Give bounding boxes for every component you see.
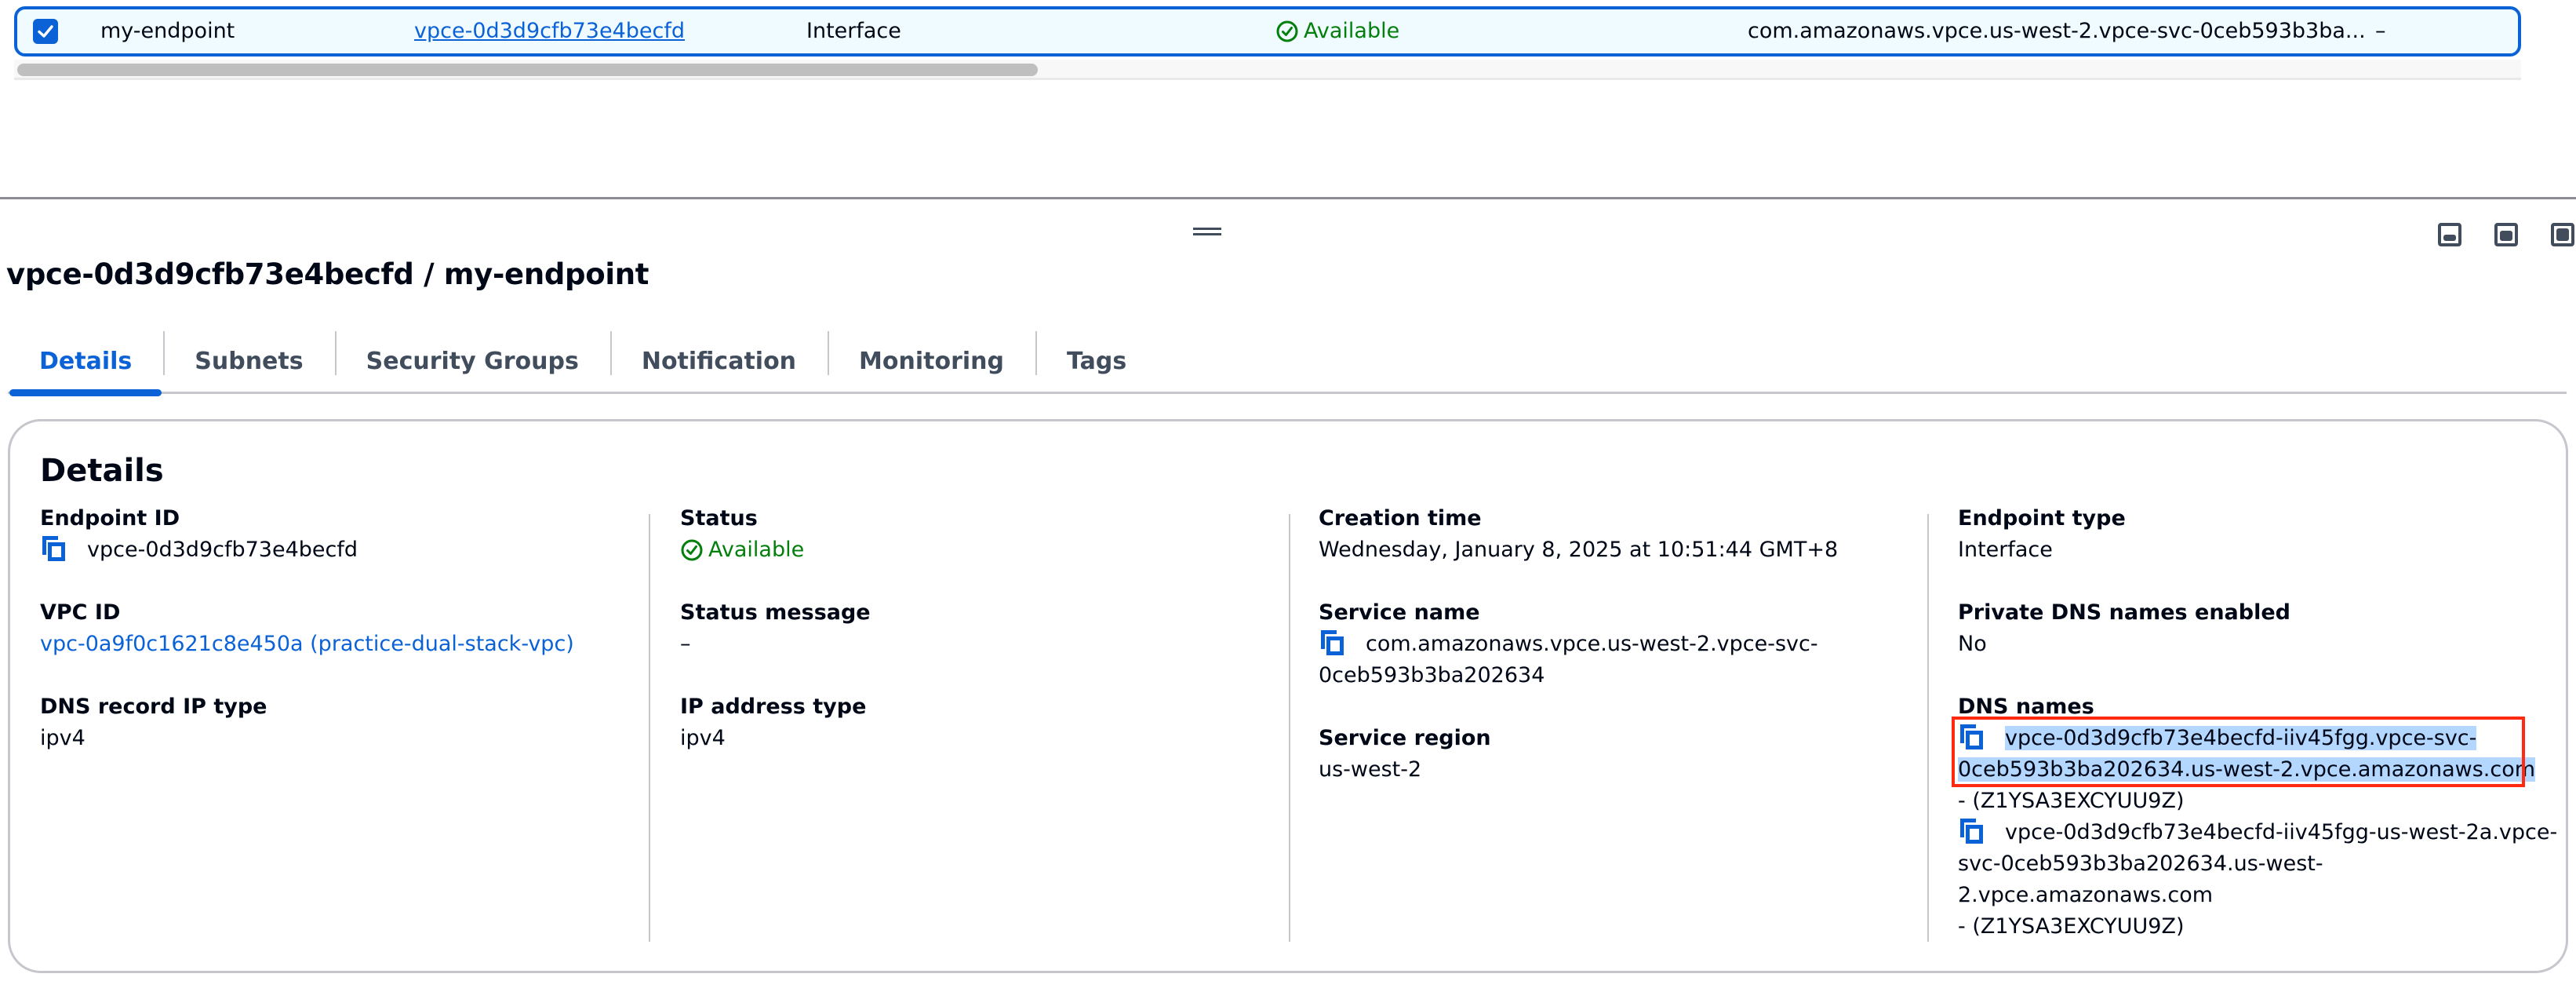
column-divider — [649, 514, 650, 942]
label-endpoint-type: Endpoint type — [1958, 506, 2126, 531]
field-status-message: Status message – — [680, 597, 871, 660]
value-creation-time: Wednesday, January 8, 2025 at 10:51:44 G… — [1319, 538, 1839, 562]
cell-status-text: Available — [1304, 19, 1400, 43]
status-available-icon — [681, 539, 703, 561]
tab-details[interactable]: Details — [8, 331, 163, 396]
split-panel-divider — [0, 197, 2576, 199]
tab-subnets[interactable]: Subnets — [163, 331, 334, 392]
field-service-name: Service name com.amazonaws.vpce.us-west-… — [1319, 597, 1818, 691]
value-endpoint-type: Interface — [1958, 538, 2053, 562]
vpc-id-link[interactable]: vpc-0a9f0c1621c8e450a (practice-dual-sta… — [40, 629, 574, 660]
copy-icon[interactable] — [40, 534, 67, 561]
value-endpoint-id-row: vpce-0d3d9cfb73e4becfd — [40, 534, 358, 566]
value-service-region: us-west-2 — [1319, 757, 1422, 782]
details-column-1: Endpoint ID vpce-0d3d9cfb73e4becfd VPC I… — [40, 503, 636, 943]
table-row-selected[interactable]: my-endpoint vpce-0d3d9cfb73e4becfd Inter… — [14, 6, 2521, 57]
value-service-name-line1: com.amazonaws.vpce.us-west-2.vpce-svc- — [1366, 632, 1818, 656]
cell-name: my-endpoint — [100, 19, 235, 43]
field-vpc-id: VPC ID vpc-0a9f0c1621c8e450a (practice-d… — [40, 597, 574, 660]
row-checkbox[interactable] — [33, 19, 58, 44]
column-divider — [1289, 514, 1290, 942]
dns-name-2-line1[interactable]: vpce-0d3d9cfb73e4becfd-iiv45fgg-us-west-… — [2005, 820, 2557, 844]
label-private-dns-enabled: Private DNS names enabled — [1958, 600, 2290, 625]
split-panel-preferences — [2438, 223, 2574, 246]
value-service-name-line2: 0ceb593b3ba202634 — [1319, 663, 1545, 687]
annotation-highlight-box — [1952, 717, 2525, 787]
dns-name-2-zone: - (Z1YSA3EXCYUU9Z) — [1958, 914, 2185, 939]
value-status-message: – — [680, 632, 691, 656]
endpoints-table: my-endpoint vpce-0d3d9cfb73e4becfd Inter… — [0, 0, 2576, 198]
scrollbar-thumb[interactable] — [17, 64, 1038, 76]
tab-notification[interactable]: Notification — [609, 331, 828, 392]
field-creation-time: Creation time Wednesday, January 8, 2025… — [1319, 503, 1838, 566]
details-container: Details Endpoint ID vpce-0d3d9cfb73e4bec… — [8, 419, 2568, 973]
label-endpoint-id: Endpoint ID — [40, 506, 180, 531]
label-status: Status — [680, 506, 758, 531]
value-status-row: Available — [680, 534, 804, 566]
label-creation-time: Creation time — [1319, 506, 1482, 531]
value-dns-record-ip-type: ipv4 — [40, 726, 86, 750]
horizontal-scrollbar[interactable] — [14, 60, 2521, 80]
cell-extra: – — [2375, 19, 2386, 43]
label-ip-address-type: IP address type — [680, 695, 867, 719]
value-ip-address-type: ipv4 — [680, 726, 726, 750]
details-column-3: Creation time Wednesday, January 8, 2025… — [1319, 503, 1915, 943]
details-column-2: Status Available Status message – IP add… — [680, 503, 1276, 943]
detail-panel-title: vpce-0d3d9cfb73e4becfd / my-endpoint — [6, 257, 649, 291]
column-divider — [1927, 514, 1929, 942]
dns-name-1-zone: - (Z1YSA3EXCYUU9Z) — [1958, 789, 2185, 813]
resize-handle-icon[interactable] — [1193, 226, 1221, 237]
value-status: Available — [708, 538, 805, 562]
dns-name-entry: vpce-0d3d9cfb73e4becfd-iiv45fgg-us-west-… — [1958, 817, 2557, 943]
value-private-dns-enabled: No — [1958, 632, 1987, 656]
tab-monitoring[interactable]: Monitoring — [828, 331, 1035, 392]
checkmark-icon — [38, 25, 53, 38]
label-service-name: Service name — [1319, 600, 1480, 625]
value-endpoint-id: vpce-0d3d9cfb73e4becfd — [87, 538, 358, 562]
cell-endpoint-type: Interface — [806, 19, 901, 43]
label-vpc-id: VPC ID — [40, 600, 121, 625]
label-status-message: Status message — [680, 600, 871, 625]
field-dns-record-ip-type: DNS record IP type ipv4 — [40, 691, 267, 754]
copy-icon[interactable] — [1958, 817, 1985, 844]
field-endpoint-id: Endpoint ID vpce-0d3d9cfb73e4becfd — [40, 503, 358, 566]
panel-full-icon[interactable] — [2551, 223, 2574, 246]
cell-endpoint-id-link[interactable]: vpce-0d3d9cfb73e4becfd — [414, 9, 685, 53]
field-endpoint-type: Endpoint type Interface — [1958, 503, 2126, 566]
status-available-icon — [1276, 20, 1298, 42]
dns-name-2-line3[interactable]: 2.vpce.amazonaws.com — [1958, 880, 2557, 911]
label-dns-record-ip-type: DNS record IP type — [40, 695, 267, 719]
field-service-region: Service region us-west-2 — [1319, 723, 1491, 786]
cell-service-name: com.amazonaws.vpce.us-west-2.vpce-svc-0c… — [1748, 19, 2366, 43]
value-service-name-row: com.amazonaws.vpce.us-west-2.vpce-svc- — [1319, 629, 1818, 660]
cell-status: Available — [1275, 9, 1399, 53]
field-status: Status Available — [680, 503, 804, 566]
dns-name-2-line2[interactable]: svc-0ceb593b3ba202634.us-west- — [1958, 848, 2557, 880]
detail-tabs: Details Subnets Security Groups Notifica… — [8, 331, 2567, 396]
panel-side-icon[interactable] — [2494, 223, 2518, 246]
label-service-region: Service region — [1319, 726, 1491, 750]
field-ip-address-type: IP address type ipv4 — [680, 691, 866, 754]
copy-icon[interactable] — [1319, 629, 1345, 655]
field-private-dns-enabled: Private DNS names enabled No — [1958, 597, 2290, 660]
tab-security-groups[interactable]: Security Groups — [334, 331, 610, 392]
tab-tags[interactable]: Tags — [1035, 331, 1158, 392]
panel-bottom-icon[interactable] — [2438, 223, 2461, 246]
section-heading: Details — [40, 453, 164, 489]
